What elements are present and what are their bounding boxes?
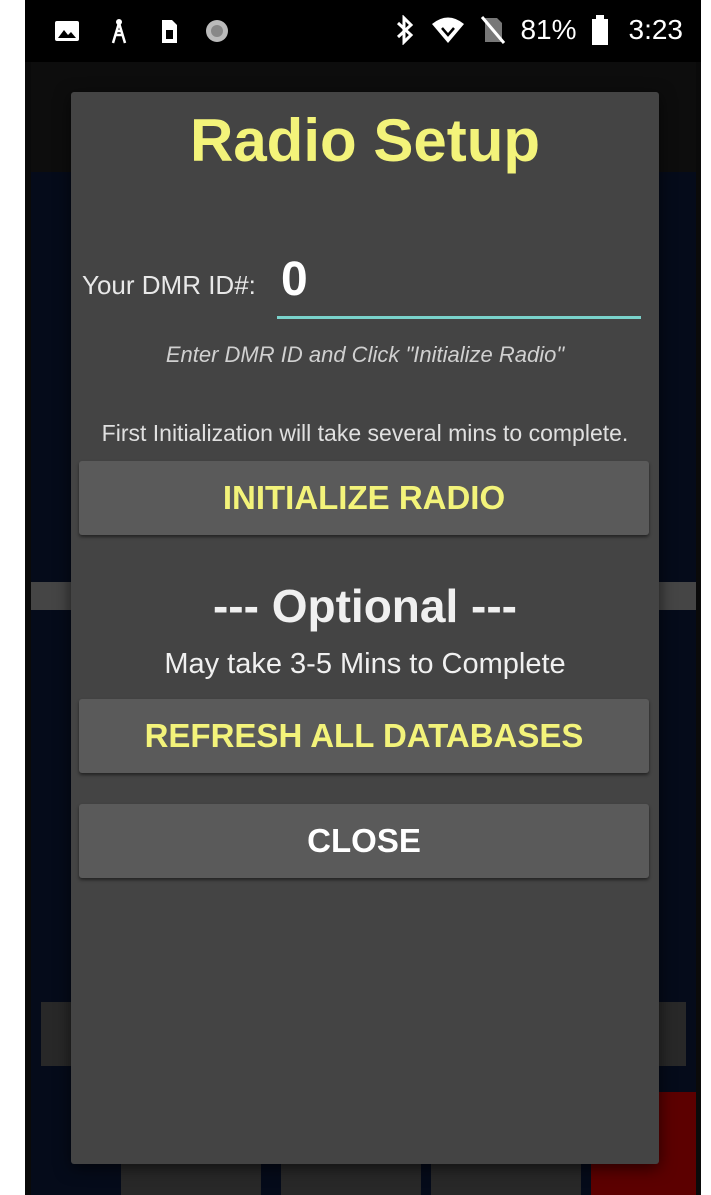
optional-subtext: May take 3-5 Mins to Complete	[164, 648, 566, 680]
image-icon	[55, 21, 79, 41]
dialog-title: Radio Setup	[189, 107, 540, 174]
initialize-radio-button[interactable]: INITIALIZE RADIO	[79, 461, 649, 535]
dmr-id-input[interactable]	[277, 242, 641, 319]
battery-percent: 81%	[520, 14, 577, 45]
status-bar: 81% 3:23	[25, 0, 701, 62]
close-button[interactable]: CLOSE	[79, 804, 649, 878]
no-sim-icon	[481, 16, 506, 44]
refresh-all-databases-button[interactable]: REFRESH ALL DATABASES	[79, 699, 649, 773]
dmr-hint-text: Enter DMR ID and Click "Initialize Radio…	[165, 342, 565, 367]
optional-heading: --- Optional ---	[212, 580, 517, 632]
clock: 3:23	[628, 14, 684, 45]
phone-screen: 81% 3:23 Radio Setup Your DMR ID#: Enter…	[25, 0, 701, 1195]
circle-icon	[206, 20, 228, 42]
sim-card-icon	[162, 20, 177, 43]
wifi-icon	[432, 17, 465, 43]
battery-icon	[591, 15, 608, 45]
initialization-note: First Initialization will take several m…	[101, 420, 629, 446]
dmr-id-label: Your DMR ID#:	[82, 270, 256, 300]
tower-icon	[111, 19, 127, 44]
bluetooth-icon	[397, 15, 414, 45]
radio-setup-dialog: Radio Setup Your DMR ID#: Enter DMR ID a…	[71, 92, 659, 1164]
